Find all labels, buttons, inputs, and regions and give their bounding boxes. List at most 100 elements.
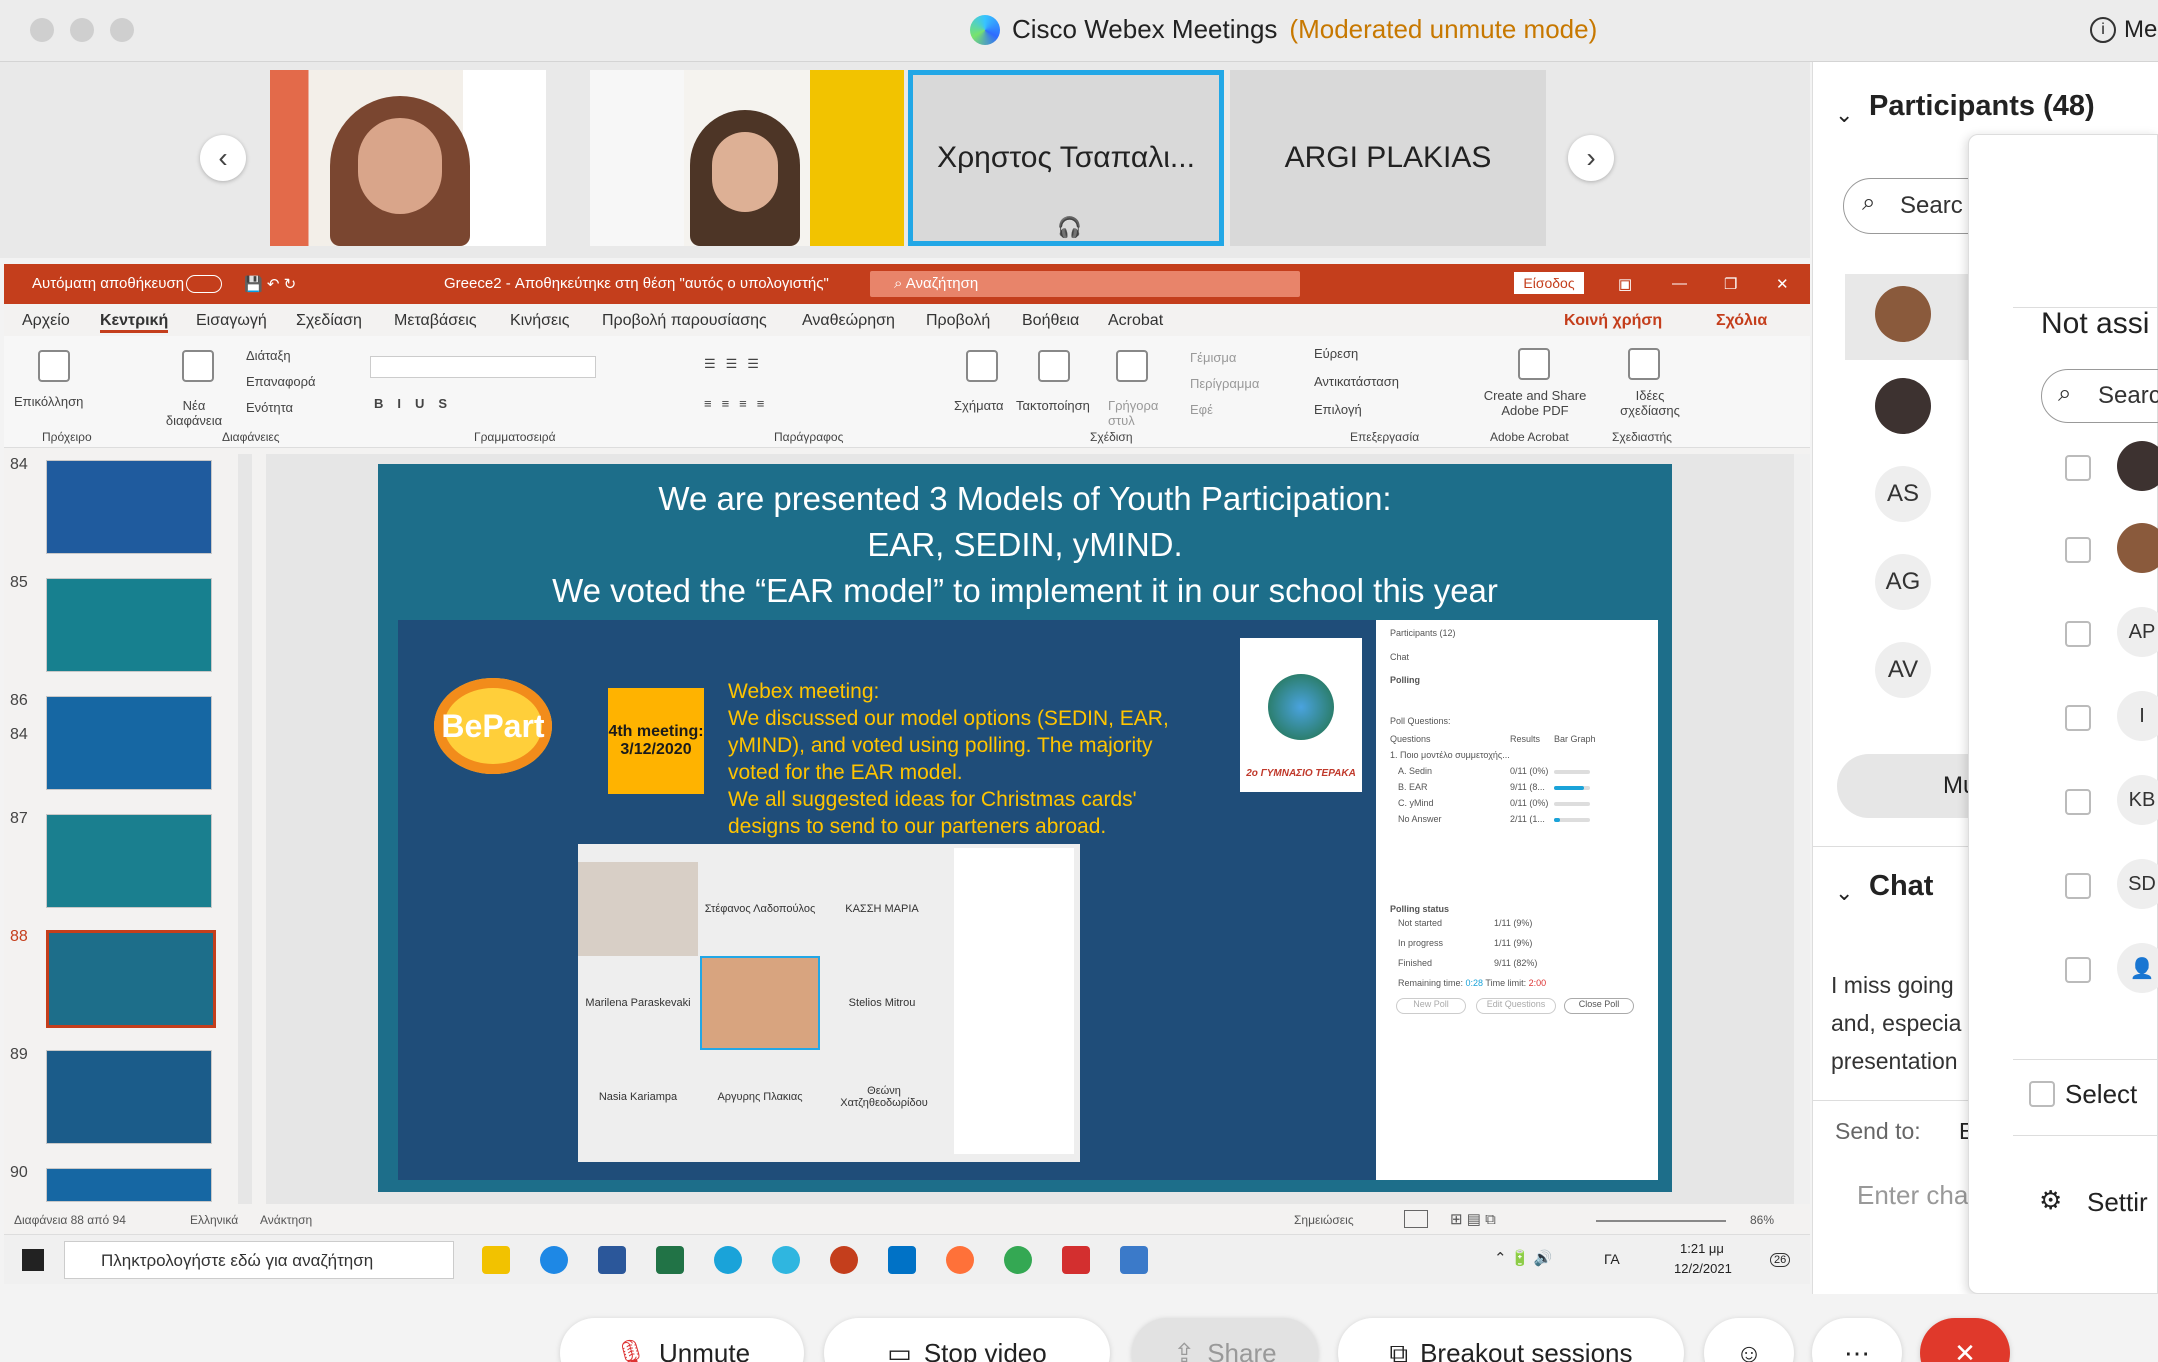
select-all-label[interactable]: Select — [2065, 1079, 2137, 1110]
editor-scrollbar[interactable] — [1794, 454, 1810, 1204]
video-tile-2[interactable] — [590, 70, 904, 246]
share-button[interactable]: Κοινή χρήση — [1564, 312, 1662, 330]
normal-view-icon[interactable] — [1404, 1210, 1428, 1228]
close-icon[interactable]: ✕ — [1776, 275, 1789, 293]
create-pdf-icon[interactable] — [1518, 348, 1550, 380]
thumbnail-scrollbar[interactable] — [238, 454, 252, 1204]
arrange-icon[interactable] — [1038, 350, 1070, 382]
menu-slideshow[interactable]: Προβολή παρουσίασης — [602, 312, 767, 330]
ppt-search[interactable]: ⌕ Αναζήτηση — [870, 271, 1300, 297]
font-style-buttons[interactable]: BIUS — [374, 396, 461, 411]
font-family-select[interactable] — [370, 356, 596, 378]
replace-label[interactable]: Αντικατάσταση — [1314, 374, 1399, 389]
avatar[interactable]: AG — [1875, 554, 1931, 610]
assign-checkbox[interactable] — [2065, 957, 2091, 983]
strip-next-button[interactable]: › — [1568, 135, 1614, 181]
edit-questions-button[interactable]: Edit Questions — [1476, 998, 1556, 1014]
section-label[interactable]: Ενότητα — [246, 400, 293, 415]
select-label[interactable]: Επιλογή — [1314, 402, 1362, 417]
autosave-toggle[interactable] — [186, 275, 222, 293]
settings-label[interactable]: Settir — [2087, 1187, 2148, 1218]
slide-thumbnail-84[interactable] — [46, 460, 212, 554]
chevron-down-icon[interactable]: ⌄ — [1835, 102, 1853, 128]
zoom-window-button[interactable] — [110, 18, 134, 42]
fill-label[interactable]: Γέμισμα — [1190, 350, 1236, 365]
slide-thumbnail-88[interactable] — [46, 930, 216, 1028]
menu-review[interactable]: Αναθεώρηση — [802, 312, 895, 330]
shapes-icon[interactable] — [966, 350, 998, 382]
menu-design[interactable]: Σχεδίαση — [296, 312, 362, 330]
notification-badge[interactable]: 26 — [1770, 1253, 1791, 1267]
minimize-window-button[interactable] — [70, 18, 94, 42]
effects-label[interactable]: Εφέ — [1190, 402, 1213, 417]
menu-view[interactable]: Προβολή — [926, 312, 990, 330]
close-poll-button[interactable]: Close Poll — [1564, 998, 1634, 1014]
slide-thumbnail-89[interactable] — [46, 1050, 212, 1144]
assign-checkbox[interactable] — [2065, 705, 2091, 731]
menu-insert[interactable]: Εισαγωγή — [196, 312, 267, 330]
slide-thumbnail-86[interactable] — [46, 696, 212, 790]
slide-thumbnail-87[interactable] — [46, 814, 212, 908]
reactions-button[interactable]: ☺ — [1704, 1318, 1794, 1362]
reset-label[interactable]: Επαναφορά — [246, 374, 316, 389]
menu-transitions[interactable]: Μεταβάσεις — [394, 312, 477, 330]
edge-icon[interactable] — [714, 1246, 742, 1274]
menu-file[interactable]: Αρχείο — [22, 312, 70, 330]
system-tray-icons[interactable]: ⌃ 🔋 🔊 — [1494, 1249, 1552, 1267]
webex-icon[interactable] — [772, 1246, 800, 1274]
chat-input[interactable]: Enter cha — [1857, 1180, 1968, 1211]
assign-checkbox[interactable] — [2065, 621, 2091, 647]
signin-button[interactable]: Είσοδος — [1514, 272, 1584, 294]
clock-time[interactable]: 1:21 μμ — [1680, 1241, 1724, 1256]
assign-checkbox[interactable] — [2065, 789, 2091, 815]
chrome-icon[interactable] — [1004, 1246, 1032, 1274]
assign-checkbox[interactable] — [2065, 537, 2091, 563]
new-poll-button[interactable]: New Poll — [1396, 998, 1466, 1014]
stop-video-button[interactable]: ▭ Stop video — [824, 1318, 1110, 1362]
select-all-checkbox[interactable] — [2029, 1081, 2055, 1107]
menu-help[interactable]: Βοήθεια — [1022, 312, 1079, 330]
save-icon[interactable]: 💾 ↶ ↻ — [244, 275, 296, 293]
video-tile-3[interactable]: Χρηστος Τσαπαλι... 🎧 — [908, 70, 1224, 246]
close-window-button[interactable] — [30, 18, 54, 42]
align-buttons[interactable]: ≡≡≡≡ — [704, 396, 774, 411]
outlook-icon[interactable] — [888, 1246, 916, 1274]
ribbon-display-icon[interactable]: ▣ — [1618, 275, 1632, 293]
video-tile-1[interactable] — [270, 70, 546, 246]
powerpoint-icon[interactable] — [830, 1246, 858, 1274]
zoom-slider[interactable] — [1596, 1220, 1726, 1222]
word-icon[interactable] — [598, 1246, 626, 1274]
find-label[interactable]: Εύρεση — [1314, 346, 1358, 361]
layout-label[interactable]: Διάταξη — [246, 348, 291, 363]
design-ideas-icon[interactable] — [1628, 348, 1660, 380]
restore-icon[interactable]: ❐ — [1724, 275, 1737, 293]
video-tile-4[interactable]: ARGI PLAKIAS — [1230, 70, 1546, 246]
input-language[interactable]: ΓΑ — [1604, 1251, 1620, 1267]
view-icons[interactable]: ⊞ ▤ ⧉ — [1450, 1210, 1496, 1228]
avatar[interactable]: AS — [1875, 466, 1931, 522]
assign-checkbox[interactable] — [2065, 873, 2091, 899]
menu-acrobat[interactable]: Acrobat — [1108, 312, 1163, 330]
avatar[interactable]: AV — [1875, 642, 1931, 698]
slide-thumbnail-90[interactable] — [46, 1168, 212, 1202]
comments-button[interactable]: Σχόλια — [1716, 312, 1767, 330]
strip-prev-button[interactable]: ‹ — [200, 135, 246, 181]
paragraph-buttons[interactable]: ☰☰☰ — [704, 356, 769, 372]
slide-thumbnail-85[interactable] — [46, 578, 212, 672]
unmute-button[interactable]: 🎙 Unmute — [560, 1318, 804, 1362]
minimize-icon[interactable]: — — [1672, 275, 1687, 292]
clock-date[interactable]: 12/2/2021 — [1674, 1261, 1732, 1276]
chevron-down-icon[interactable]: ⌄ — [1835, 880, 1853, 906]
breakout-sessions-button[interactable]: ⧉ Breakout sessions — [1338, 1318, 1684, 1362]
taskbar-search[interactable]: Πληκτρολογήστε εδώ για αναζήτηση — [64, 1241, 454, 1279]
quick-styles-icon[interactable] — [1116, 350, 1148, 382]
more-options-button[interactable]: ⋯ — [1812, 1318, 1902, 1362]
firefox-icon[interactable] — [946, 1246, 974, 1274]
photos-icon[interactable] — [1120, 1246, 1148, 1274]
gear-icon[interactable]: ⚙ — [2039, 1185, 2062, 1216]
meeting-info-button[interactable]: i Me — [2090, 16, 2157, 44]
leave-meeting-button[interactable]: ✕ — [1920, 1318, 2010, 1362]
windows-start-icon[interactable] — [22, 1249, 44, 1271]
file-explorer-icon[interactable] — [482, 1246, 510, 1274]
assign-checkbox[interactable] — [2065, 455, 2091, 481]
